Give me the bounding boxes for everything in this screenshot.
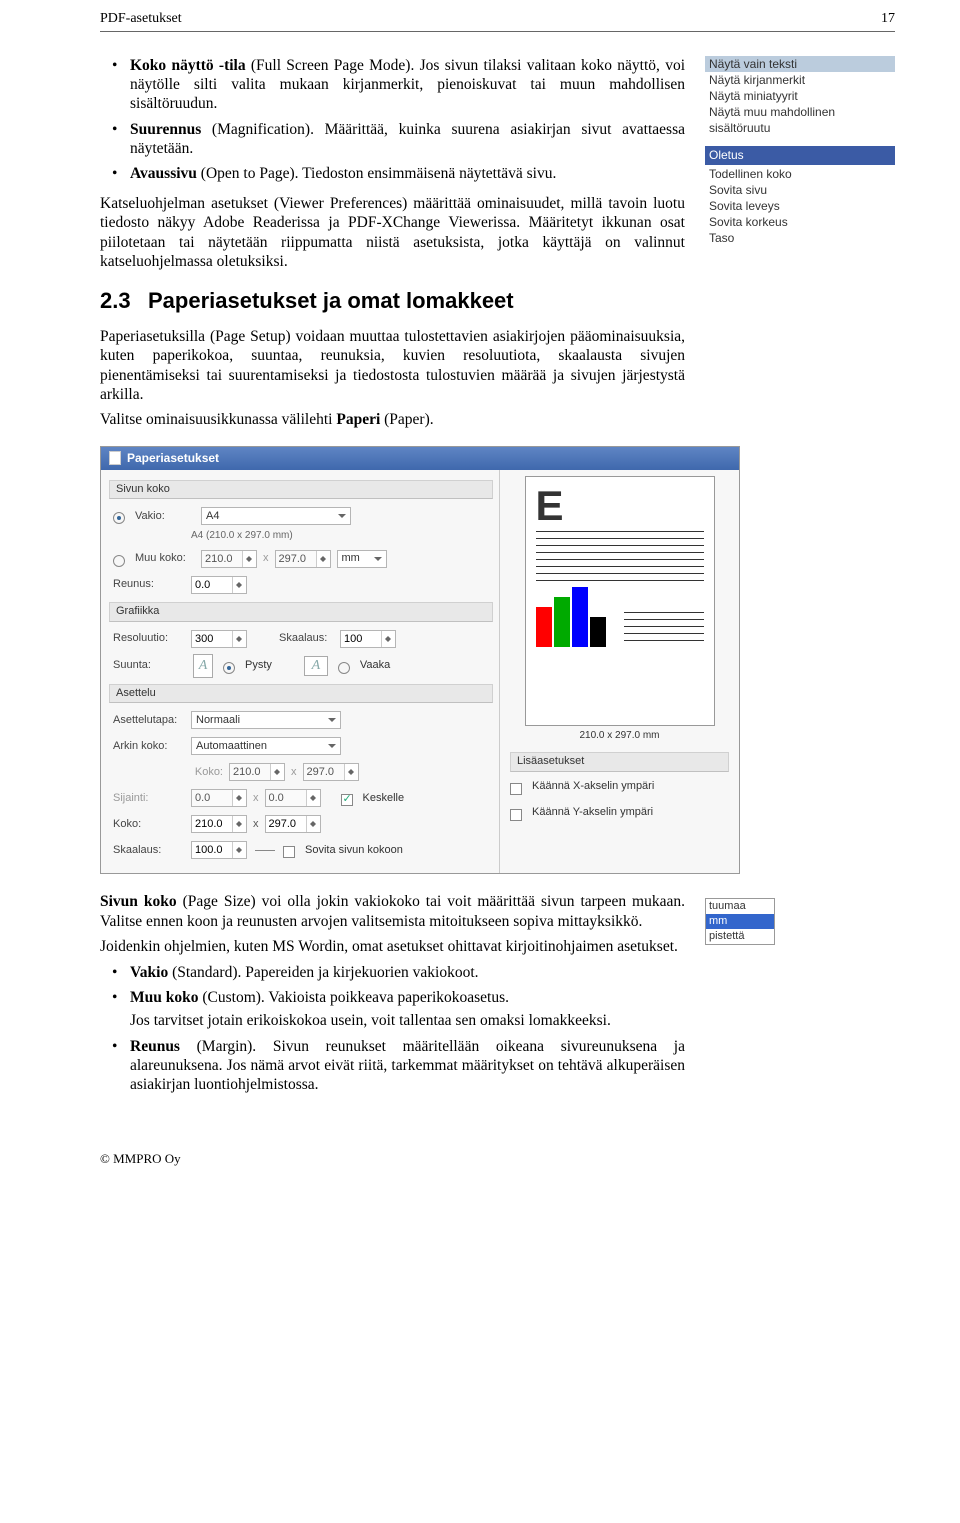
radio-standard[interactable] (113, 512, 125, 524)
radio-portrait[interactable] (223, 662, 235, 674)
label-size2: Koko: (113, 766, 223, 780)
page-number: 17 (881, 10, 895, 28)
label-size3: Koko: (113, 818, 185, 832)
custom-height[interactable] (275, 550, 331, 568)
page-preview: E (525, 476, 715, 726)
pos-x[interactable] (191, 789, 247, 807)
radio-landscape[interactable] (338, 662, 350, 674)
side-item[interactable]: Näytä muu mahdollinen sisältöruutu (705, 104, 895, 136)
scale-value[interactable] (340, 630, 396, 648)
units-list: tuumaa mm pistettä (705, 898, 775, 945)
label-fit: Sovita sivun kokoon (305, 844, 403, 858)
dialog-titlebar: Paperiasetukset (101, 447, 739, 470)
side-item[interactable]: Sovita leveys (705, 198, 895, 214)
document-icon (109, 451, 121, 465)
label-position: Sijainti: (113, 792, 185, 806)
paper-size-note: A4 (210.0 x 297.0 mm) (191, 530, 489, 543)
pos-y[interactable] (265, 789, 321, 807)
margin-value[interactable] (191, 576, 247, 594)
side-item[interactable]: Näytä miniatyyrit (705, 88, 895, 104)
paragraph: Katseluohjelman asetukset (Viewer Prefer… (100, 194, 685, 272)
label-scale2: Skaalaus: (113, 844, 185, 858)
size3-w[interactable] (191, 815, 247, 833)
label-layout-mode: Asettelutapa: (113, 714, 185, 728)
resolution-value[interactable] (191, 630, 247, 648)
paragraph: Joidenkin ohjelmien, kuten MS Wordin, om… (100, 937, 685, 956)
label-standard: Vakio: (135, 510, 195, 524)
label-portrait: Pysty (245, 659, 272, 673)
section-heading: 2.3Paperiasetukset ja omat lomakkeet (100, 287, 685, 315)
side-item[interactable]: Sovita korkeus (705, 214, 895, 230)
header-title: PDF-asetukset (100, 10, 182, 28)
label-scale: Skaalaus: (279, 632, 334, 646)
side-list-title: Oletus (705, 146, 895, 164)
checkbox-flip-y[interactable] (510, 809, 522, 821)
paragraph: Paperiasetuksilla (Page Setup) voidaan m… (100, 327, 685, 405)
side-item[interactable]: Näytä vain teksti (705, 56, 895, 72)
paragraph: Valitse ominaisuusikkunassa välilehti Pa… (100, 410, 685, 429)
size2-w[interactable] (229, 763, 285, 781)
group-page-size: Sivun koko (109, 480, 493, 500)
label-resolution: Resoluutio: (113, 632, 185, 646)
bullet-item: Reunus (Margin). Sivun reunukset määrite… (130, 1037, 685, 1095)
dropdown-layout-mode[interactable]: Normaali (191, 711, 341, 729)
label-landscape: Vaaka (360, 659, 390, 673)
radio-custom[interactable] (113, 555, 125, 567)
size2-h[interactable] (303, 763, 359, 781)
header-rule (100, 31, 895, 32)
label-flip-y: Käännä Y-akselin ympäri (532, 806, 653, 820)
dropdown-paper-size[interactable]: A4 (201, 507, 351, 525)
label-orientation: Suunta: (113, 659, 185, 673)
label-custom: Muu koko: (135, 552, 195, 566)
bullet-item: Vakio (Standard). Papereiden ja kirjekuo… (130, 963, 685, 982)
label-center: Keskelle (363, 792, 405, 806)
bullet-item: Koko näyttö -tila (Full Screen Page Mode… (130, 56, 685, 114)
group-graphics: Grafiikka (109, 602, 493, 622)
size3-h[interactable] (265, 815, 321, 833)
unit-option[interactable]: tuumaa (706, 899, 774, 914)
side-item[interactable]: Sovita sivu (705, 182, 895, 198)
side-item[interactable]: Näytä kirjanmerkit (705, 72, 895, 88)
scale2[interactable] (191, 841, 247, 859)
dropdown-unit[interactable]: mm (337, 550, 387, 568)
landscape-icon: A (304, 656, 328, 676)
side-list-fullscreen: Näytä vain teksti Näytä kirjanmerkit Näy… (705, 56, 895, 137)
side-item[interactable]: Todellinen koko (705, 166, 895, 182)
preview-chart (536, 587, 606, 647)
preview-caption: 210.0 x 297.0 mm (579, 730, 659, 743)
dropdown-sheet-size[interactable]: Automaattinen (191, 737, 341, 755)
bullet-item: Muu koko (Custom). Vakioista poikkeava p… (130, 988, 685, 1031)
bullet-item: Avaussivu (Open to Page). Tiedoston ensi… (130, 164, 685, 183)
checkbox-fit[interactable] (283, 846, 295, 858)
label-sheet-size: Arkin koko: (113, 740, 185, 754)
paragraph: Sivun koko (Page Size) voi olla jokin va… (100, 892, 685, 931)
portrait-icon: A (193, 654, 213, 678)
label-margin: Reunus: (113, 578, 185, 592)
side-list-magnification: Oletus Todellinen koko Sovita sivu Sovit… (705, 146, 895, 246)
group-advanced: Lisäasetukset (510, 752, 729, 772)
unit-option[interactable]: pistettä (706, 929, 774, 944)
group-layout: Asettelu (109, 684, 493, 704)
custom-width[interactable] (201, 550, 257, 568)
checkbox-flip-x[interactable] (510, 783, 522, 795)
dialog-title: Paperiasetukset (127, 451, 219, 466)
side-item[interactable]: Taso (705, 230, 895, 246)
label-flip-x: Käännä X-akselin ympäri (532, 780, 654, 794)
unit-option[interactable]: mm (706, 914, 774, 929)
checkbox-center[interactable] (341, 794, 353, 806)
footer-copyright: © MMPRO Oy (100, 1151, 895, 1167)
paper-settings-dialog: Paperiasetukset Sivun koko Vakio: A4 A4 … (100, 446, 740, 875)
bullet-item: Suurennus (Magnification). Määrittää, ku… (130, 120, 685, 159)
